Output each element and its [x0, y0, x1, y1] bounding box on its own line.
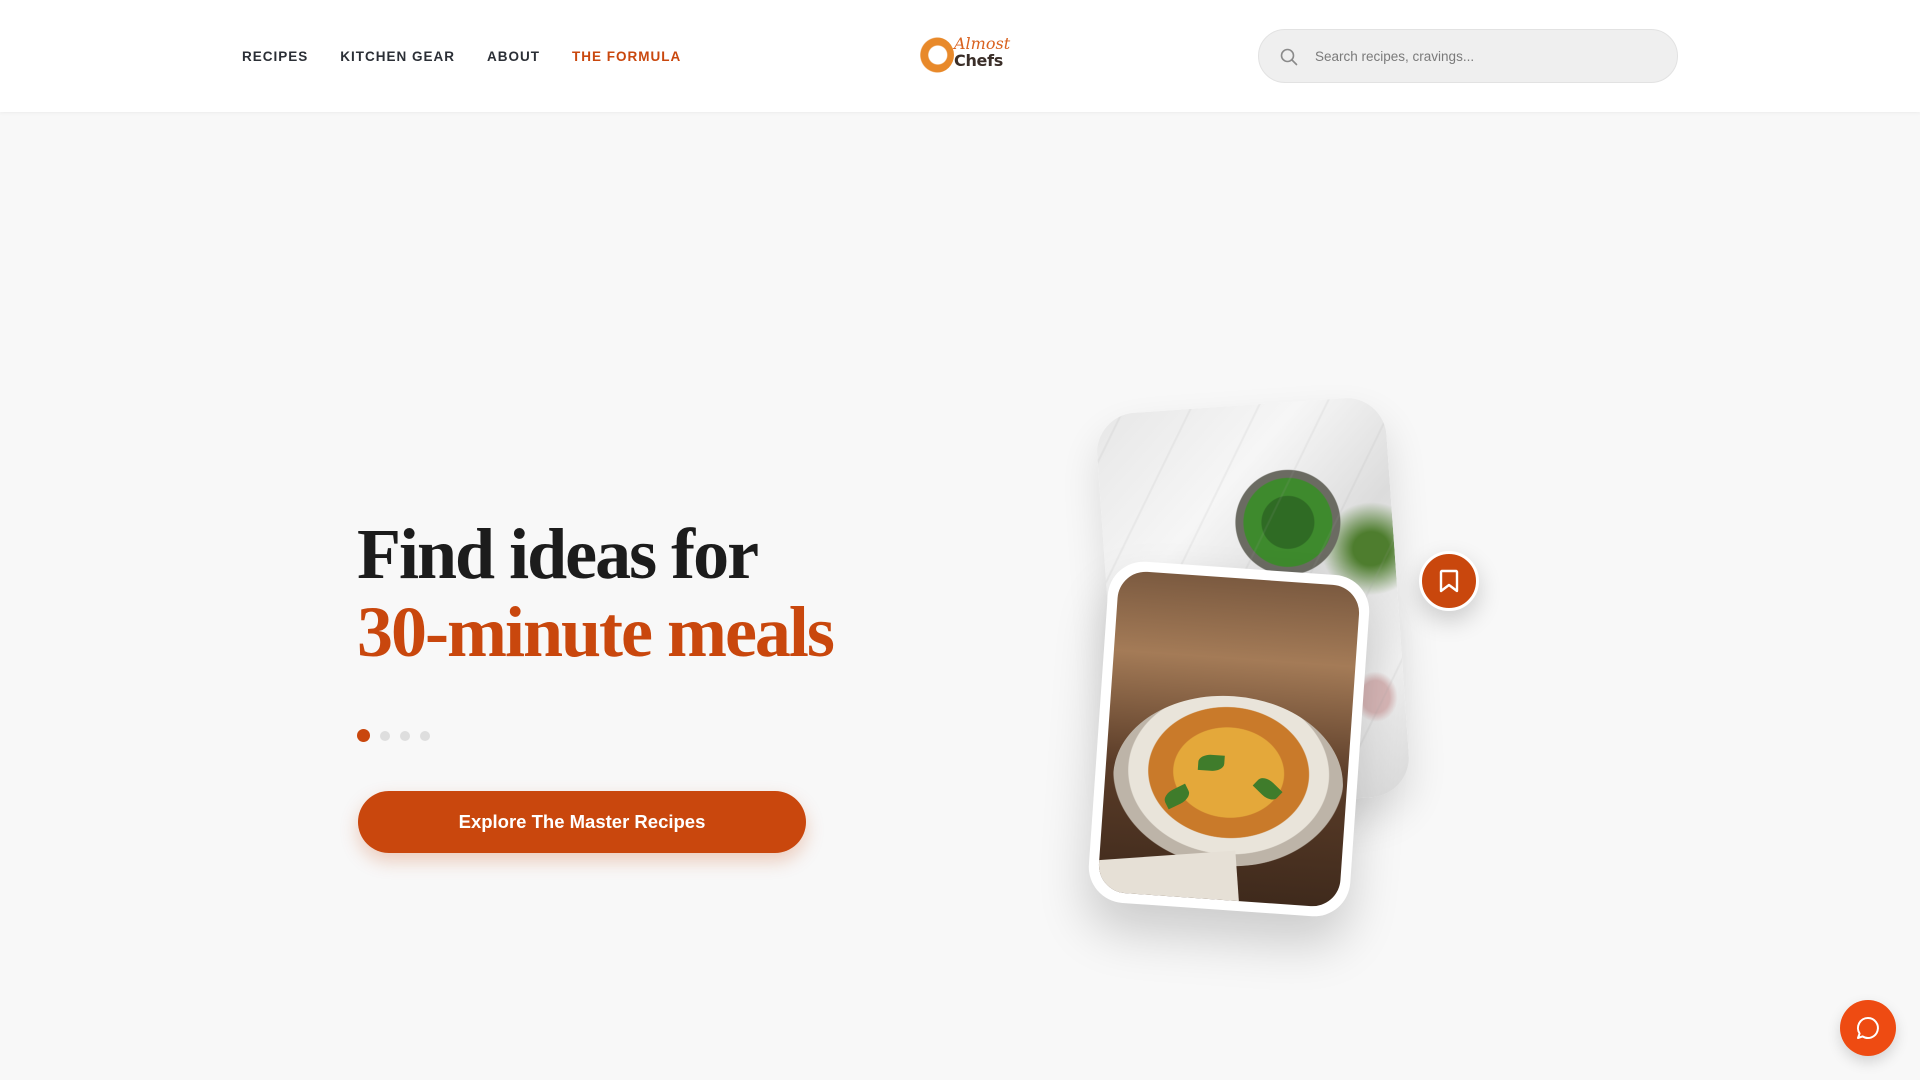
explore-recipes-button[interactable]: Explore The Master Recipes	[358, 791, 806, 853]
carousel-dot-3[interactable]	[400, 730, 410, 741]
bookmark-icon	[1439, 569, 1459, 593]
carousel-dot-2[interactable]	[380, 730, 390, 741]
carousel-dot-1[interactable]	[357, 729, 370, 742]
search-bar[interactable]	[1258, 29, 1678, 83]
nav-kitchen-gear[interactable]: KITCHEN GEAR	[340, 49, 455, 64]
pasta-dish-image-card[interactable]	[1086, 559, 1372, 919]
nav-recipes[interactable]: RECIPES	[242, 49, 308, 64]
nav-about[interactable]: ABOUT	[487, 49, 540, 64]
search-input[interactable]	[1315, 30, 1655, 82]
hero-title-line1: Find ideas for	[357, 514, 759, 594]
carousel-dots	[357, 729, 430, 742]
site-header: RECIPES KITCHEN GEAR ABOUT THE FORMULA A…	[0, 0, 1920, 112]
site-logo[interactable]: Almost Chefs	[916, 34, 1010, 78]
chef-hat-logo-icon	[918, 37, 954, 73]
bookmark-button[interactable]	[1419, 551, 1479, 611]
main-nav: RECIPES KITCHEN GEAR ABOUT THE FORMULA	[242, 0, 681, 112]
chat-bubble-icon	[1857, 1016, 1879, 1039]
logo-word-chefs: Chefs	[954, 51, 1003, 70]
hero-title-line2: 30-minute meals	[357, 592, 835, 672]
pasta-dish-image	[1097, 569, 1361, 909]
chat-button[interactable]	[1840, 1000, 1896, 1056]
hero-title: Find ideas for 30-minute meals	[357, 514, 835, 672]
search-icon	[1280, 48, 1298, 66]
carousel-dot-4[interactable]	[420, 730, 430, 741]
nav-the-formula[interactable]: THE FORMULA	[572, 49, 681, 64]
linen-napkin	[1097, 850, 1240, 909]
pasta-bowl	[1107, 688, 1349, 874]
